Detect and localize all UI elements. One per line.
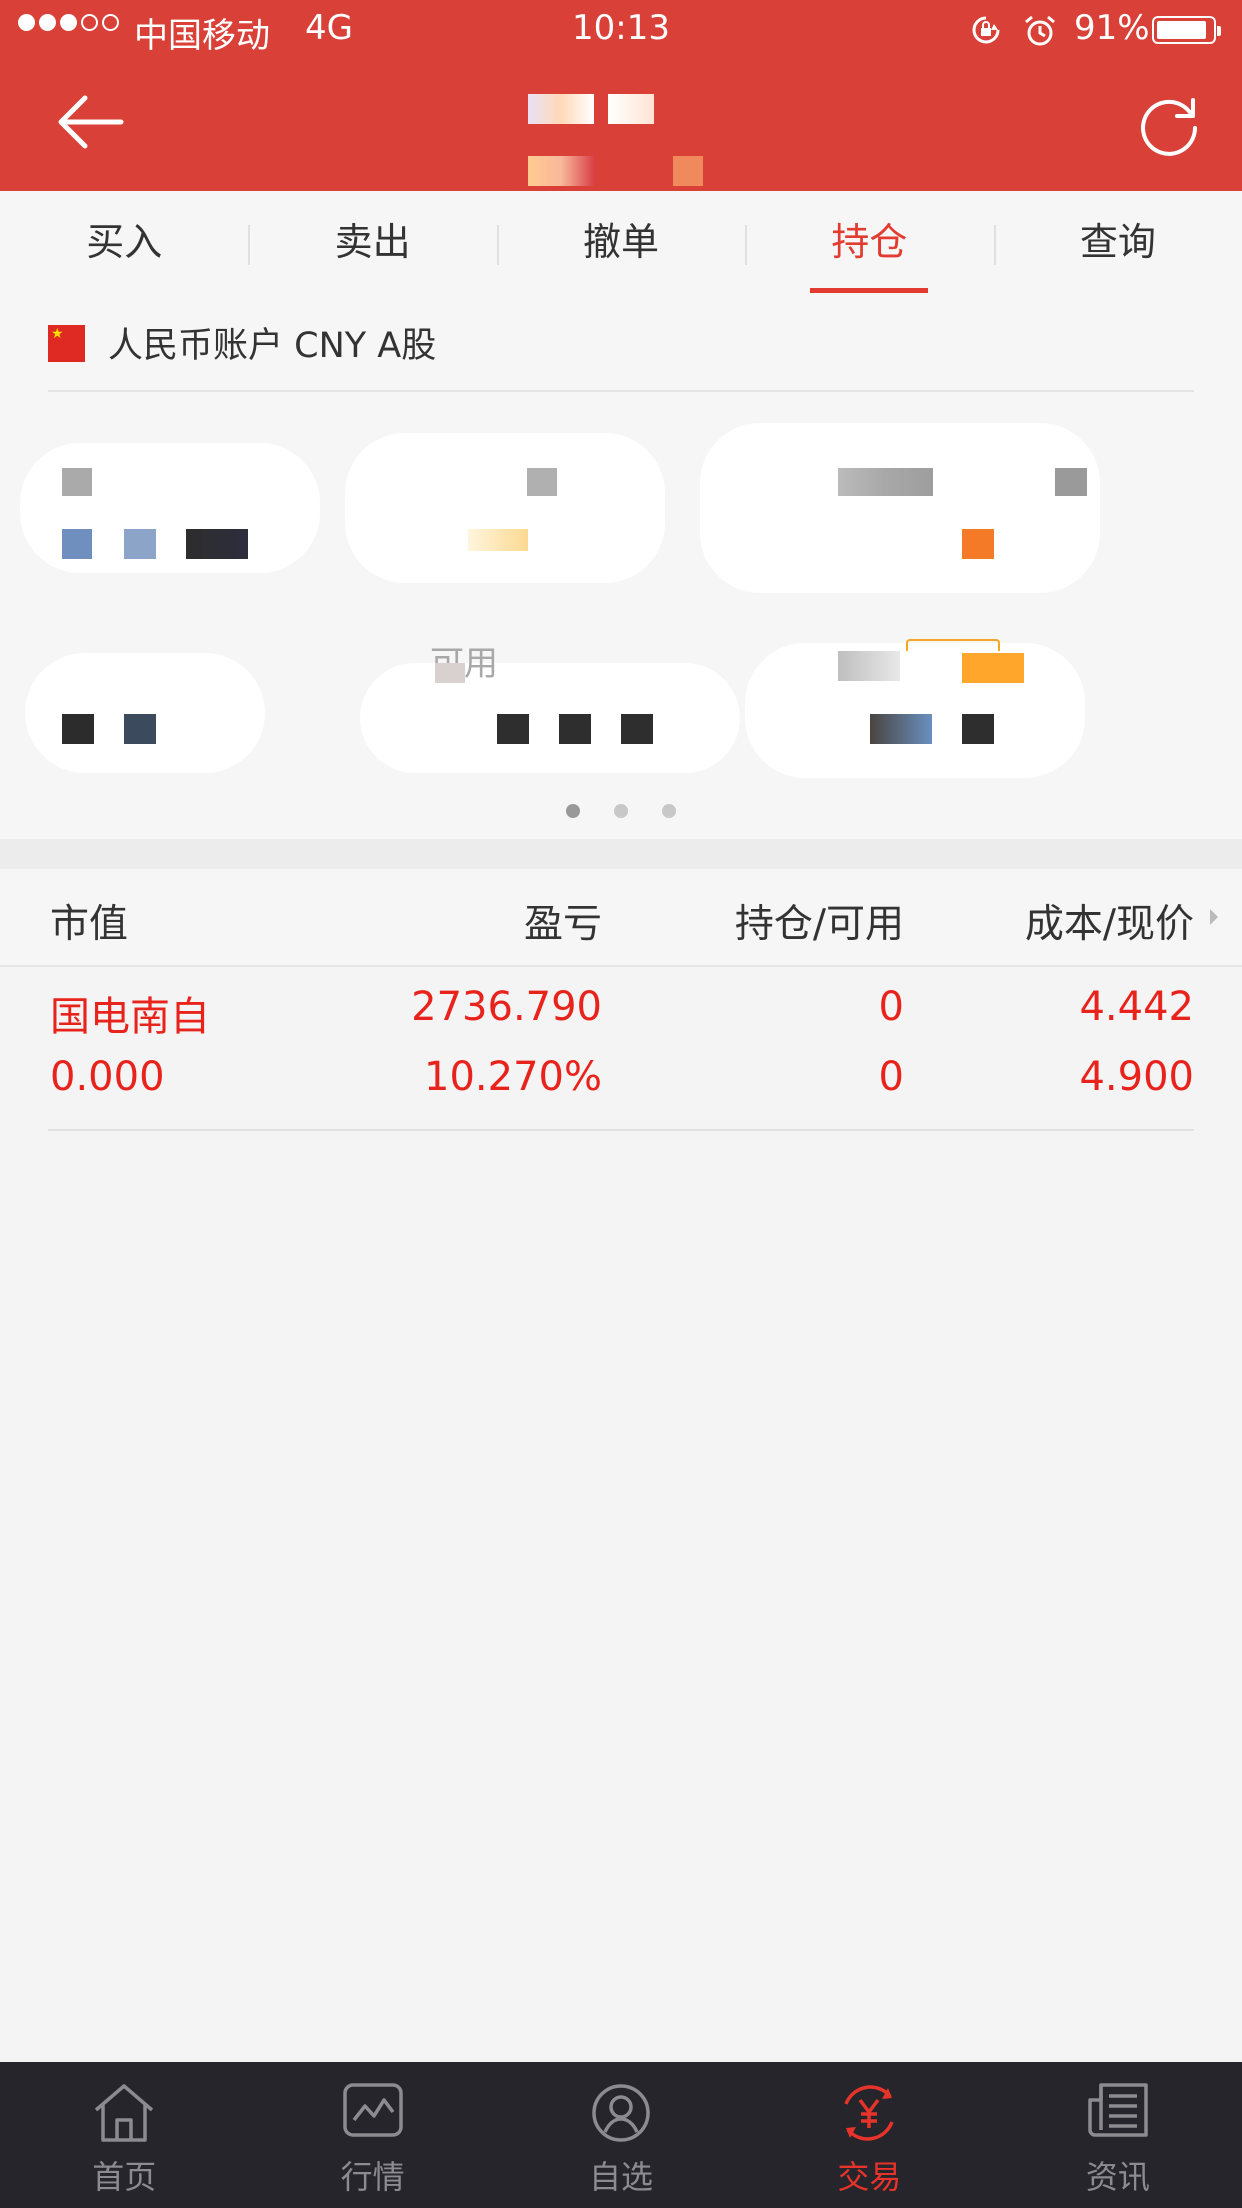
market-value: 0.000 — [50, 1054, 165, 1100]
header-bar: 中国移动 4G 10:13 91% — [0, 0, 1242, 208]
bottom-nav: 首页 行情 自选 交易 资讯 — [0, 2062, 1242, 2208]
news-icon — [1088, 2083, 1148, 2137]
tab-sell[interactable]: 卖出 — [248, 191, 496, 293]
status-bar: 中国移动 4G 10:13 91% — [0, 0, 1242, 62]
chevron-right-icon[interactable] — [1208, 907, 1220, 927]
china-flag-icon: ★ — [48, 325, 85, 362]
page-dot[interactable] — [662, 804, 676, 818]
home-icon — [95, 2084, 154, 2142]
available-qty: 0 — [878, 1054, 904, 1100]
page-dot[interactable] — [566, 804, 580, 818]
rotation-lock-icon — [972, 16, 1000, 44]
table-row[interactable]: 国电南自 0.000 2736.790 10.270% 0 0 4.442 4.… — [0, 967, 1242, 1129]
nav-home[interactable]: 首页 — [0, 2062, 248, 2208]
tab-cancel-order[interactable]: 撤单 — [496, 191, 745, 293]
trade-icon — [844, 2085, 895, 2141]
nav-trade[interactable]: 交易 — [745, 2062, 993, 2208]
nav-label: 首页 — [92, 2158, 157, 2196]
nav-label: 自选 — [589, 2158, 654, 2196]
pnl-amount: 2736.790 — [411, 984, 602, 1030]
nav-news[interactable]: 资讯 — [994, 2062, 1242, 2208]
tab-query[interactable]: 查询 — [993, 191, 1242, 293]
col-pnl: 盈亏 — [523, 902, 602, 947]
battery-icon — [1152, 16, 1221, 44]
trade-tabs: 买入 卖出 撤单 持仓 查询 — [0, 191, 1242, 295]
battery-percent: 91% — [1074, 8, 1150, 48]
chart-icon — [342, 2083, 403, 2137]
nav-label: 交易 — [837, 2158, 902, 2196]
tab-buy[interactable]: 买入 — [0, 191, 248, 293]
alarm-icon — [1025, 15, 1055, 46]
stock-name: 国电南自 — [50, 994, 210, 1040]
nav-label: 资讯 — [1085, 2158, 1150, 2196]
refresh-icon[interactable] — [1135, 92, 1203, 160]
account-label: 人民币账户 CNY A股 — [108, 326, 437, 366]
col-cost-price[interactable]: 成本/现价 — [1025, 893, 1194, 949]
pnl-percent: 10.270% — [424, 1054, 602, 1100]
col-position-available: 持仓/可用 — [734, 902, 904, 947]
page-dot[interactable] — [614, 804, 628, 818]
nav-watchlist[interactable]: 自选 — [497, 2062, 745, 2208]
user-icon — [592, 2084, 650, 2142]
current-price: 4.900 — [1079, 1054, 1194, 1100]
cost-price: 4.442 — [1079, 984, 1194, 1030]
account-summary-card: ★ 人民币账户 CNY A股 可用 — [0, 293, 1242, 839]
back-arrow-icon[interactable] — [55, 92, 125, 152]
tab-holdings[interactable]: 持仓 — [745, 191, 993, 293]
nav-market[interactable]: 行情 — [248, 2062, 496, 2208]
page-indicator — [0, 803, 1242, 822]
position-qty: 0 — [878, 984, 904, 1030]
nav-label: 行情 — [340, 2158, 405, 2196]
holdings-table-header: 市值 盈亏 持仓/可用 成本/现价 — [0, 869, 1242, 967]
col-market-value: 市值 — [50, 902, 129, 947]
redacted-title — [455, 58, 835, 208]
